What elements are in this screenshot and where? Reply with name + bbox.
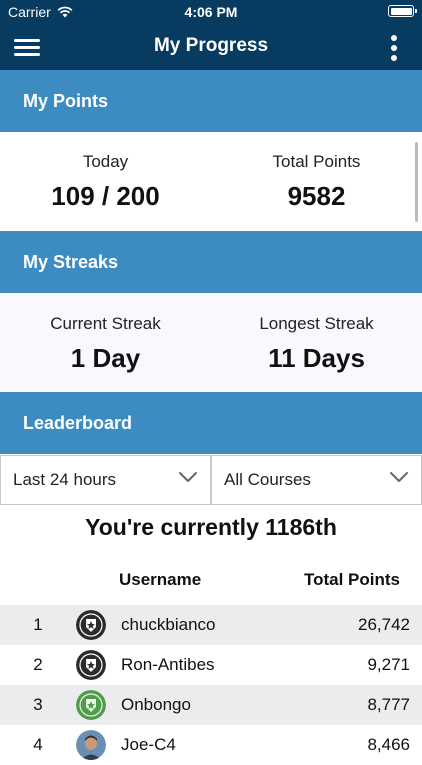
dark-badge-icon [76, 650, 106, 680]
longest-streak-stat: Longest Streak 11 Days [211, 314, 422, 374]
points-section-header: My Points [0, 70, 422, 132]
green-badge-icon [76, 690, 106, 720]
row-points: 26,742 [358, 615, 410, 634]
total-points-stat: Total Points 9582 [211, 152, 422, 212]
leaderboard-row[interactable]: 3 Onbongo 8,777 [0, 685, 422, 725]
current-streak-label: Current Streak [50, 314, 161, 333]
current-rank-message: You're currently 1186th [85, 514, 337, 540]
today-stat: Today 109 / 200 [0, 152, 211, 212]
current-streak-stat: Current Streak 1 Day [0, 314, 211, 374]
battery-icon [388, 5, 417, 17]
chevron-down-icon [179, 472, 197, 482]
row-rank: 3 [33, 695, 43, 714]
more-options-icon[interactable] [390, 35, 398, 61]
row-points: 8,777 [367, 695, 410, 714]
row-username: Joe-C4 [121, 735, 176, 754]
row-username: Ron-Antibes [121, 655, 215, 674]
total-points-column-header: Total Points [303, 570, 400, 589]
username-column-header: Username [119, 570, 202, 589]
row-rank: 4 [33, 735, 43, 754]
course-filter-dropdown[interactable]: All Courses [211, 455, 422, 505]
row-rank: 2 [33, 655, 43, 674]
current-streak-value: 1 Day [70, 343, 141, 373]
course-filter-value: All Courses [224, 470, 311, 489]
total-points-value: 9582 [287, 181, 346, 211]
scrollbar[interactable] [415, 142, 418, 222]
period-filter-value: Last 24 hours [13, 470, 117, 489]
points-panel: Today 109 / 200 Total Points 9582 [0, 132, 422, 230]
status-time: 4:06 PM [184, 4, 238, 20]
status-bar: Carrier 4:06 PM [0, 0, 422, 24]
leaderboard-section-header: Leaderboard [0, 392, 422, 454]
total-points-label: Total Points [272, 152, 361, 171]
streaks-section-header: My Streaks [0, 231, 422, 293]
row-points: 8,466 [367, 735, 410, 754]
streaks-panel: Current Streak 1 Day Longest Streak 11 D… [0, 293, 422, 392]
row-username: Onbongo [121, 695, 191, 714]
page-title: My Progress [153, 35, 269, 56]
row-rank: 1 [33, 615, 43, 634]
today-label: Today [82, 152, 129, 171]
row-username: chuckbianco [121, 615, 216, 634]
longest-streak-label: Longest Streak [259, 314, 374, 333]
dark-badge-icon [76, 610, 106, 640]
leaderboard-row[interactable]: 4 Joe-C4 8,466 [0, 725, 422, 765]
nav-bar: My Progress [0, 24, 422, 70]
row-points: 9,271 [367, 655, 410, 674]
leaderboard-row[interactable]: 1 chuckbianco 26,742 [0, 605, 422, 645]
today-value: 109 / 200 [51, 181, 160, 211]
longest-streak-value: 11 Days [268, 343, 365, 373]
leaderboard-row[interactable]: 2 Ron-Antibes 9,271 [0, 645, 422, 685]
user-photo [76, 730, 106, 760]
chevron-down-icon [390, 472, 408, 482]
period-filter-dropdown[interactable]: Last 24 hours [0, 455, 211, 505]
